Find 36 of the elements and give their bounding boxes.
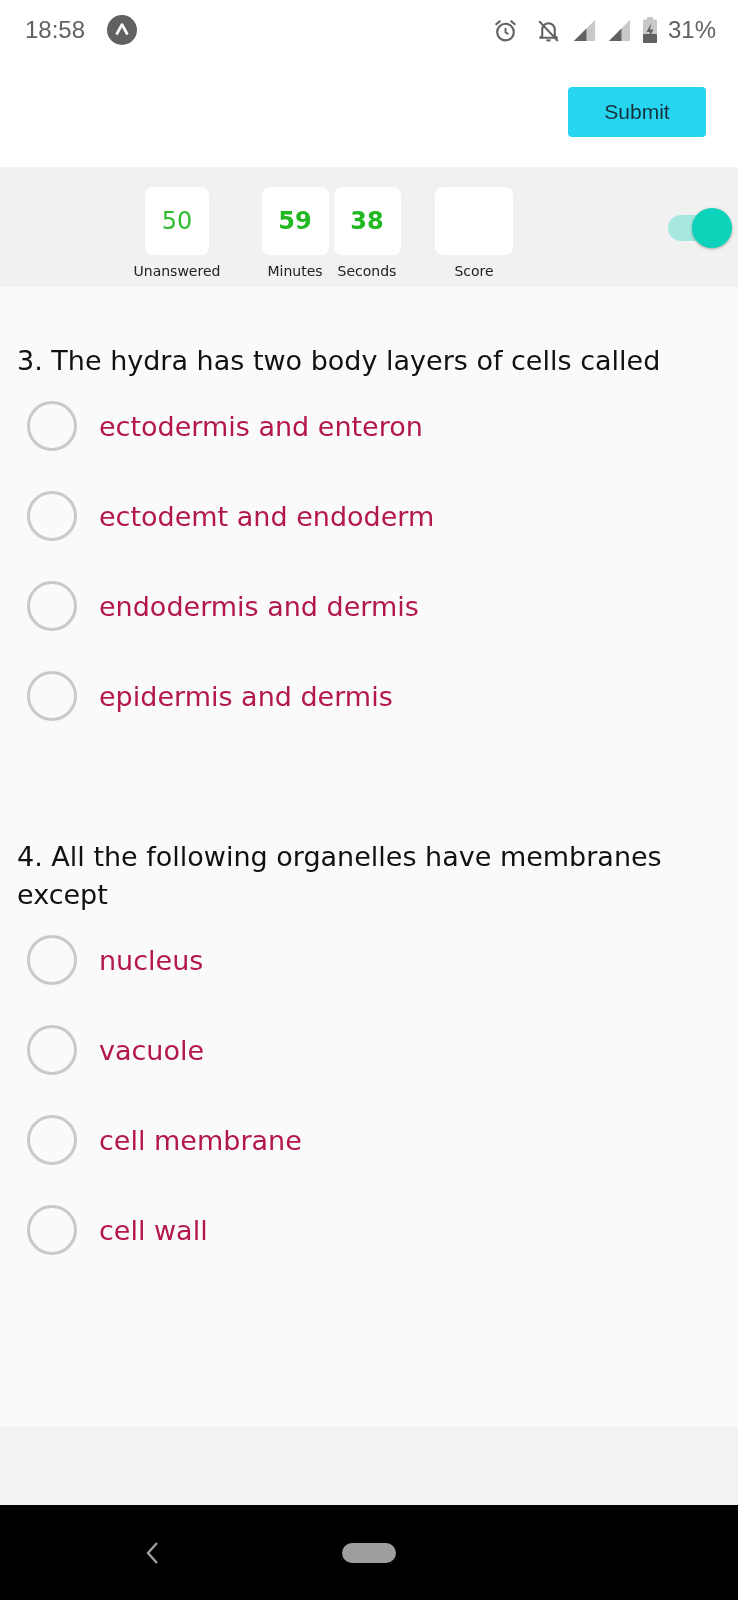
- option-label[interactable]: epidermis and dermis: [99, 680, 393, 712]
- question-text: 3. The hydra has two body layers of cells called: [17, 344, 662, 378]
- signal-icon: [572, 18, 596, 42]
- radio-button[interactable]: [27, 935, 77, 985]
- radio-button[interactable]: [27, 491, 77, 541]
- back-icon[interactable]: [145, 1540, 159, 1565]
- timer-value: 59: [278, 207, 312, 235]
- stat-label: Score: [454, 263, 494, 279]
- count-value: 50: [161, 207, 193, 235]
- stat-label: Seconds: [337, 263, 397, 279]
- option-label[interactable]: cell wall: [99, 1214, 208, 1246]
- question-text: 4. All the following organelles have membranes except: [17, 840, 663, 912]
- battery-percent: 31%: [667, 16, 716, 44]
- toggle-switch[interactable]: [668, 207, 734, 249]
- clock-time: 18:58: [25, 16, 86, 44]
- signal-icon: [607, 18, 631, 42]
- radio-button[interactable]: [27, 1115, 77, 1165]
- radio-button[interactable]: [27, 1205, 77, 1255]
- submit-button[interactable]: Submit: [568, 87, 706, 137]
- option-label[interactable]: ectodemt and endoderm: [99, 500, 435, 532]
- option-label[interactable]: nucleus: [99, 944, 204, 976]
- radio-button[interactable]: [27, 581, 77, 631]
- stat-label: Unanswered: [133, 263, 221, 279]
- chevron-up-circle-icon: [107, 15, 138, 45]
- timer-value: 38: [350, 207, 384, 235]
- option-label[interactable]: endodermis and dermis: [99, 590, 419, 622]
- option-label[interactable]: vacuole: [99, 1034, 205, 1066]
- home-button[interactable]: [342, 1542, 396, 1563]
- radio-button[interactable]: [27, 401, 77, 451]
- stat-label: Minutes: [267, 263, 323, 279]
- radio-button[interactable]: [27, 1025, 77, 1075]
- option-label[interactable]: cell membrane: [99, 1124, 302, 1156]
- alarm-clock-icon: [492, 17, 518, 43]
- battery-charging-icon: [642, 17, 657, 43]
- option-label[interactable]: ectodermis and enteron: [99, 410, 423, 442]
- radio-button[interactable]: [27, 671, 77, 721]
